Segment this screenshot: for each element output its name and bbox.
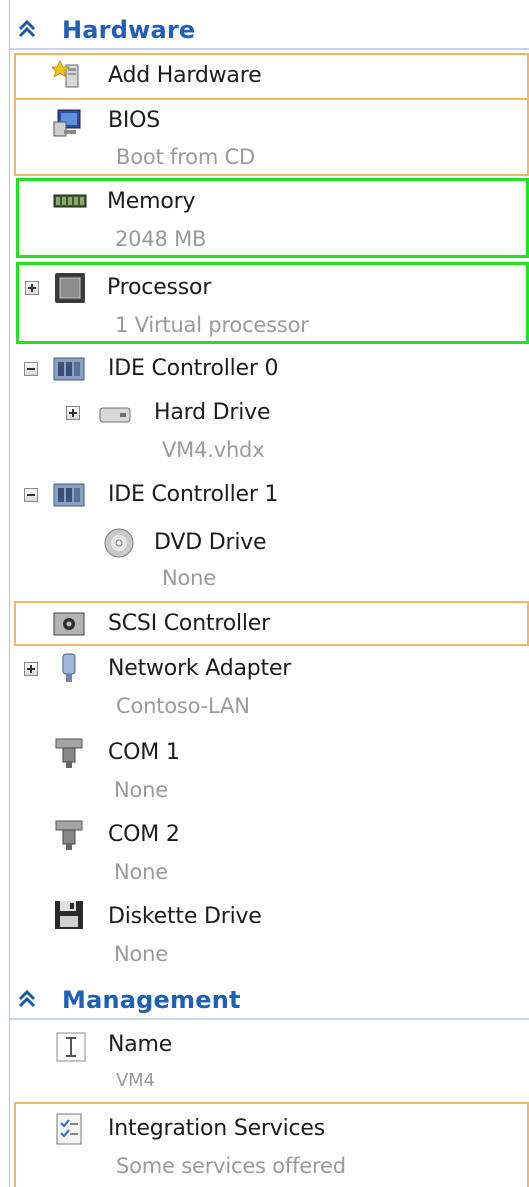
- tree-item-detail: None: [114, 778, 168, 802]
- tree-item-label: COM 2: [108, 822, 180, 847]
- tree-item-network-adapter[interactable]: Network Adapter Contoso-LAN: [14, 650, 529, 726]
- section-header-hardware[interactable]: Hardware: [0, 8, 529, 50]
- scsi-controller-icon: [53, 612, 85, 636]
- tree-item-label: COM 1: [108, 740, 180, 765]
- dvd-disc-icon: [104, 528, 134, 558]
- floppy-disk-icon: [55, 901, 83, 929]
- expand-toggle-icon[interactable]: [24, 662, 38, 676]
- expand-toggle-icon[interactable]: [66, 406, 80, 420]
- tree-item-detail: None: [114, 942, 168, 966]
- tree-item-label: IDE Controller 1: [108, 482, 279, 507]
- tree-item-detail: None: [114, 860, 168, 884]
- network-adapter-icon: [62, 653, 76, 682]
- add-hardware-icon: [52, 60, 79, 88]
- ide-controller-icon: [53, 483, 85, 507]
- tree-item-label: SCSI Controller: [108, 611, 270, 636]
- processor-icon: [55, 273, 85, 303]
- tree-item-label: Memory: [107, 189, 196, 214]
- tree-item-detail: 2048 MB: [115, 227, 207, 251]
- tree-item-memory[interactable]: Memory 2048 MB: [16, 178, 529, 258]
- tree-item-label: Processor: [107, 275, 212, 300]
- section-divider: [10, 48, 529, 50]
- tree-item-com1[interactable]: COM 1 None: [14, 732, 529, 808]
- hard-drive-icon: [99, 407, 131, 423]
- tree-item-label: Hard Drive: [154, 400, 271, 425]
- tree-item-hard-drive[interactable]: Hard Drive VM4.vhdx: [14, 394, 529, 468]
- tree-item-ide-controller-1[interactable]: IDE Controller 1: [14, 476, 529, 516]
- tree-item-add-hardware[interactable]: Add Hardware: [14, 53, 529, 100]
- section-header-management[interactable]: Management: [0, 978, 529, 1020]
- tree-item-detail: VM4.vhdx: [162, 438, 265, 462]
- tree-item-scsi-controller[interactable]: SCSI Controller: [14, 601, 529, 646]
- tree-item-detail: None: [162, 566, 216, 590]
- tree-item-processor[interactable]: Processor 1 Virtual processor: [16, 262, 529, 344]
- tree-item-detail: Boot from CD: [116, 145, 255, 169]
- collapse-toggle-icon[interactable]: [24, 488, 38, 502]
- section-title-hardware: Hardware: [62, 16, 196, 44]
- text-cursor-icon: [56, 1032, 86, 1062]
- memory-chip-icon: [53, 194, 87, 208]
- com-port-icon: [55, 738, 83, 768]
- tree-item-bios[interactable]: BIOS Boot from CD: [14, 100, 529, 176]
- double-chevron-up-icon[interactable]: [16, 988, 38, 1013]
- tree-item-detail: VM4: [116, 1070, 155, 1091]
- ide-controller-icon: [53, 357, 85, 381]
- tree-item-label: Name: [108, 1032, 173, 1057]
- tree-item-label: Add Hardware: [108, 63, 262, 88]
- tree-item-label: BIOS: [108, 108, 161, 133]
- tree-item-detail: Some services offered: [116, 1154, 346, 1178]
- section-divider: [10, 1018, 529, 1020]
- tree-item-detail: Contoso-LAN: [116, 694, 250, 718]
- tree-item-label: Diskette Drive: [108, 904, 262, 929]
- collapse-toggle-icon[interactable]: [24, 362, 38, 376]
- tree-item-label: Network Adapter: [108, 656, 292, 681]
- tree-item-integration-services[interactable]: Integration Services Some services offer…: [14, 1102, 529, 1187]
- section-title-management: Management: [62, 986, 241, 1014]
- tree-item-ide-controller-0[interactable]: IDE Controller 0: [14, 350, 529, 390]
- tree-item-label: DVD Drive: [154, 530, 267, 555]
- expand-toggle-icon[interactable]: [25, 281, 39, 295]
- com-port-icon: [55, 820, 83, 850]
- bios-monitor-icon: [53, 109, 81, 137]
- settings-tree-panel: Hardware Add Hardware BIOS Boot from CD: [0, 0, 529, 1187]
- tree-item-label: Integration Services: [108, 1116, 325, 1141]
- double-chevron-up-icon[interactable]: [16, 18, 38, 43]
- tree-item-com2[interactable]: COM 2 None: [14, 814, 529, 890]
- tree-item-label: IDE Controller 0: [108, 356, 279, 381]
- tree-item-detail: 1 Virtual processor: [115, 313, 309, 337]
- checklist-icon: [56, 1113, 82, 1145]
- tree-item-name[interactable]: Name VM4: [14, 1026, 529, 1096]
- tree-item-diskette-drive[interactable]: Diskette Drive None: [14, 896, 529, 974]
- tree-item-dvd-drive[interactable]: DVD Drive None: [14, 522, 529, 596]
